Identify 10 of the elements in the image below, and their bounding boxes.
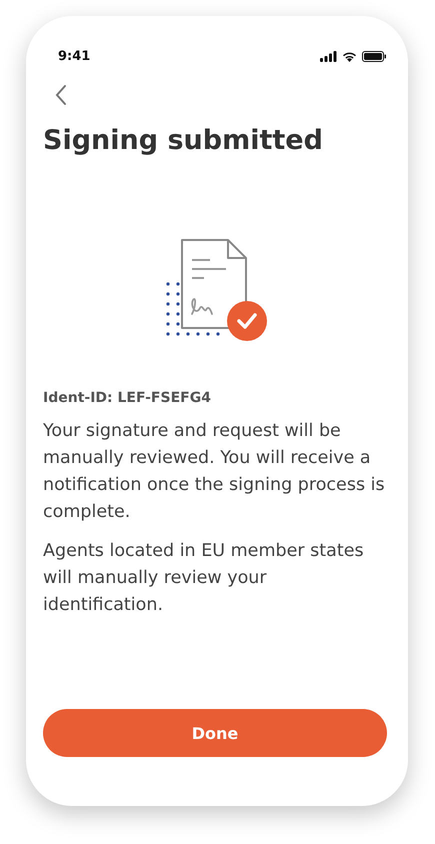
wifi-icon xyxy=(342,50,357,62)
signal-icon xyxy=(320,50,337,62)
page-title: Signing submitted xyxy=(43,125,324,156)
status-time: 9:41 xyxy=(58,48,90,64)
body-text: Your signature and request will be manually reviewed. You will receive a notification once the signing process is complete. xyxy=(43,420,386,524)
back-button[interactable] xyxy=(55,84,67,106)
ident-id: Ident-ID: LEF-FSEFG4 xyxy=(43,390,212,406)
body-text: Agents located in EU member states will manually review your identification. xyxy=(43,540,365,617)
battery-icon xyxy=(362,50,386,62)
done-button[interactable]: Done xyxy=(43,709,387,757)
